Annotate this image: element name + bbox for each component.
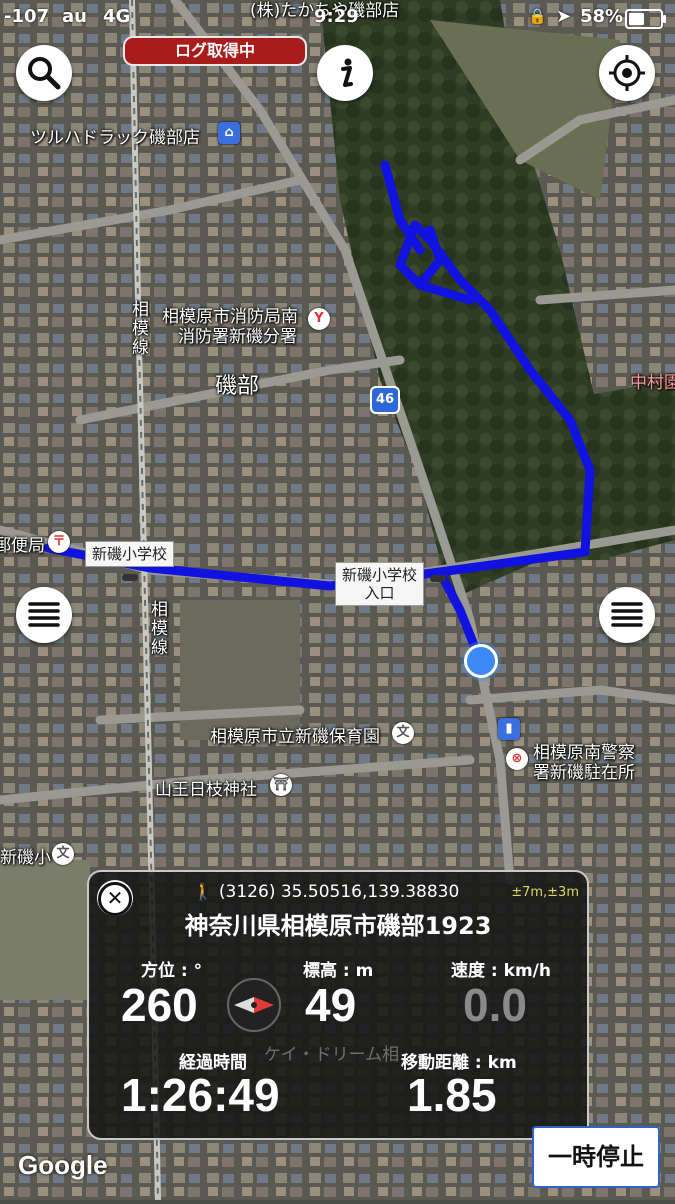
- coordinates-row: 🚶 (3126) 35.50516,139.38830: [193, 882, 459, 902]
- school-icon[interactable]: 文: [52, 843, 74, 865]
- info-icon: [341, 58, 353, 87]
- map-label-nursery: 相模原市立新磯保育園: [210, 727, 380, 747]
- search-icon: [28, 57, 61, 90]
- map-label-sagami-line-bottom: 相模線: [147, 600, 167, 657]
- map-label-school: 新磯小学校: [85, 541, 175, 567]
- menu-left-button[interactable]: [16, 587, 72, 643]
- altitude-value: 49: [305, 979, 357, 1031]
- signal-strength: -107: [4, 6, 50, 27]
- traffic-signal-icon: [122, 574, 138, 581]
- hamburger-icon: [611, 602, 643, 627]
- battery-percent: 58%: [580, 6, 624, 27]
- drugstore-icon[interactable]: ⌂: [218, 122, 240, 144]
- menu-right-button[interactable]: [599, 587, 655, 643]
- compass-icon: [227, 978, 281, 1032]
- map-label-background: ケイ・ドリーム相: [264, 1045, 400, 1065]
- location-arrow-icon: ➤: [556, 6, 572, 27]
- status-bar: -107 au 4G 9:29 🔒 ➤ 58%: [0, 0, 675, 36]
- current-location-marker: [464, 644, 498, 678]
- map-label-nakamura: 中村園: [630, 373, 675, 393]
- crosshair-icon: [609, 55, 645, 91]
- police-icon[interactable]: ⊗: [506, 748, 528, 770]
- coordinates-text: (3126) 35.50516,139.38830: [218, 882, 460, 902]
- speed-value: 0.0: [463, 979, 527, 1031]
- carrier-name: au: [62, 6, 87, 27]
- school-icon[interactable]: 文: [392, 722, 414, 744]
- school-entrance-line-1: 新磯小学校: [342, 566, 418, 584]
- hamburger-icon: [28, 602, 60, 627]
- info-button[interactable]: [317, 45, 373, 101]
- map-label-shrine: 山王日枝神社: [155, 780, 257, 800]
- gas-station-icon[interactable]: ▮: [498, 718, 520, 740]
- route-46-shield: 46: [370, 386, 400, 414]
- fire-station-icon[interactable]: Y: [308, 308, 330, 330]
- map-label-post-office: 郵便局: [0, 536, 45, 556]
- map-label-fire-station-2: 消防署新磯分署: [178, 327, 297, 347]
- walker-icon: 🚶: [193, 882, 213, 901]
- map-label-school-short: 新磯小: [0, 848, 51, 868]
- google-logo: Google: [18, 1150, 108, 1180]
- shrine-icon[interactable]: ⛩: [270, 774, 292, 796]
- traffic-signal-icon: [430, 575, 446, 582]
- search-button[interactable]: [16, 45, 72, 101]
- map-label-isobe: 磯部: [215, 374, 260, 399]
- accuracy-text: ±7m,±3m: [511, 885, 579, 900]
- bearing-value: 260: [121, 979, 198, 1031]
- address-text: 神奈川県相模原市磯部1923: [184, 912, 492, 940]
- battery-icon: [625, 9, 666, 29]
- locate-button[interactable]: [599, 45, 655, 101]
- pause-button[interactable]: 一時停止: [532, 1126, 660, 1188]
- network-type: 4G: [103, 6, 131, 27]
- elapsed-time-value: 1:26:49: [121, 1069, 280, 1121]
- distance-value: 1.85: [407, 1069, 497, 1121]
- school-entrance-line-2: 入口: [364, 584, 395, 602]
- map-label-tsuruha: ツルハドラック磯部店: [30, 128, 200, 148]
- post-office-icon[interactable]: 〒: [48, 531, 70, 553]
- clock: 9:29: [314, 6, 359, 27]
- map-label-sagami-line-top: 相模線: [128, 300, 148, 357]
- map-label-school-entrance: 新磯小学校 入口: [335, 562, 425, 606]
- info-panel: ✕ 🚶 (3126) 35.50516,139.38830 ±7m,±3m 神奈川…: [87, 870, 589, 1140]
- map-label-police-2: 署新磯駐在所: [533, 763, 635, 783]
- log-recording-badge: ログ取得中: [123, 36, 307, 66]
- rotation-lock-icon: 🔒: [528, 7, 547, 25]
